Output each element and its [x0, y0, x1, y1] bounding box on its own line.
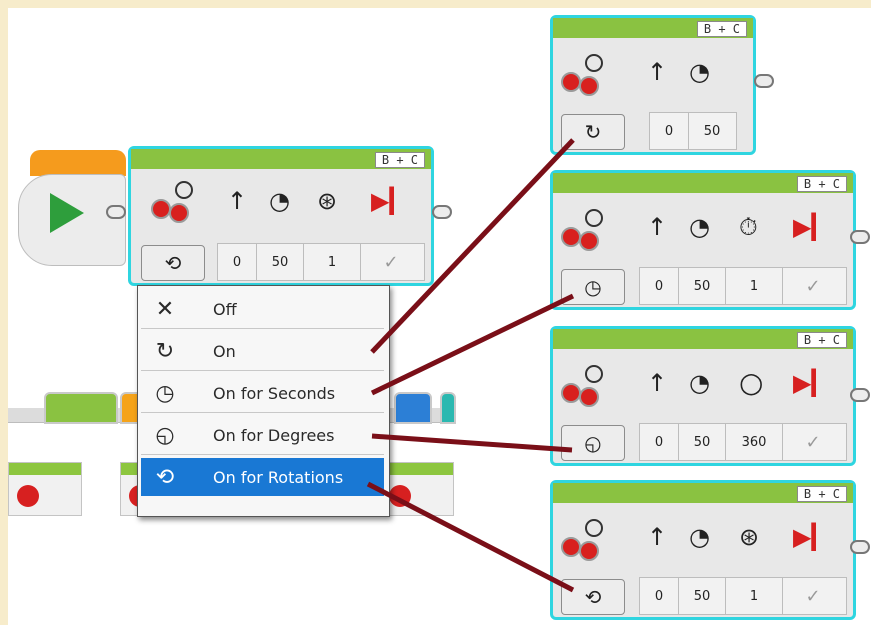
- connector-line-degrees: [371, 433, 573, 453]
- connector-line-rotations: [366, 481, 575, 593]
- connector-line-seconds: [370, 293, 575, 396]
- connector-lines: [366, 138, 575, 593]
- connector-line-on: [370, 138, 575, 354]
